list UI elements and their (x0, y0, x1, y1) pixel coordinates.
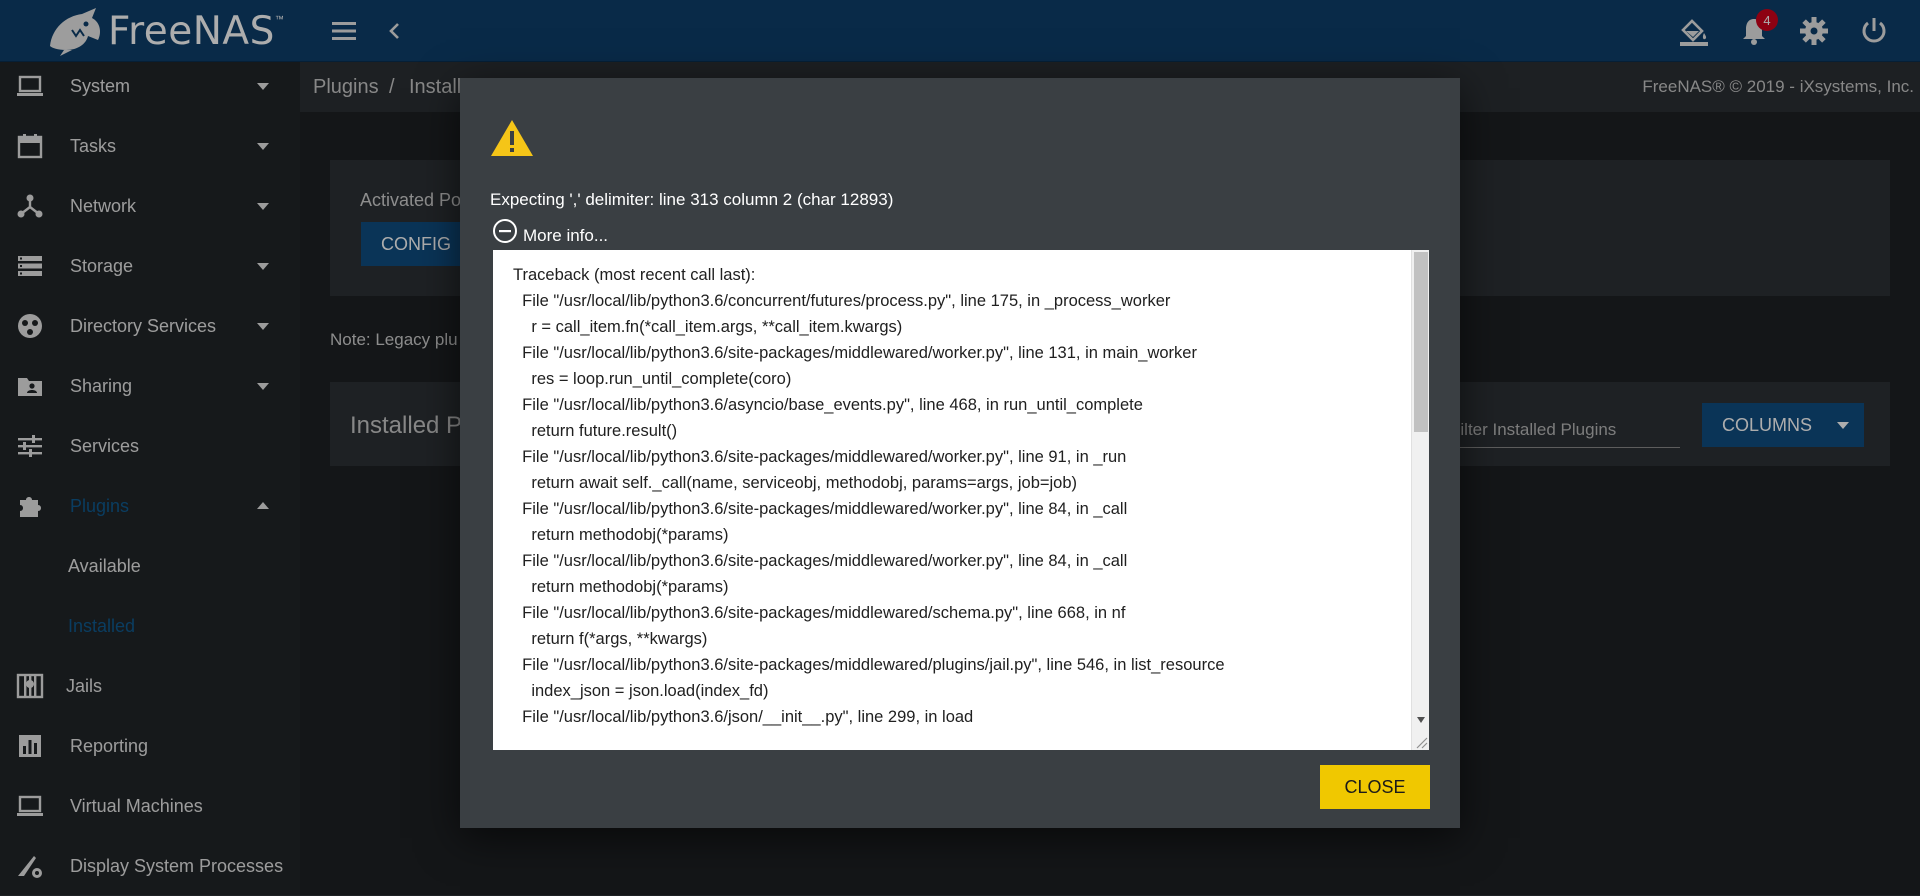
traceback-scrollbar[interactable] (1411, 250, 1429, 750)
more-info-toggle[interactable]: More info... (492, 216, 608, 246)
more-info-label: More info... (523, 226, 609, 245)
minus-circle-icon (493, 219, 517, 243)
traceback-textarea[interactable]: """ Traceback (most recent call last): F… (493, 250, 1429, 750)
warning-icon (491, 120, 533, 156)
scrollbar-thumb[interactable] (1414, 252, 1428, 432)
error-message: Expecting ',' delimiter: line 313 column… (490, 190, 894, 209)
traceback-text: """ Traceback (most recent call last): F… (513, 250, 1225, 726)
scroll-down-arrow-icon[interactable] (1416, 716, 1426, 724)
error-dialog: Expecting ',' delimiter: line 313 column… (460, 78, 1460, 828)
close-button[interactable]: CLOSE (1320, 765, 1430, 809)
resize-grip-icon[interactable] (1411, 732, 1429, 750)
